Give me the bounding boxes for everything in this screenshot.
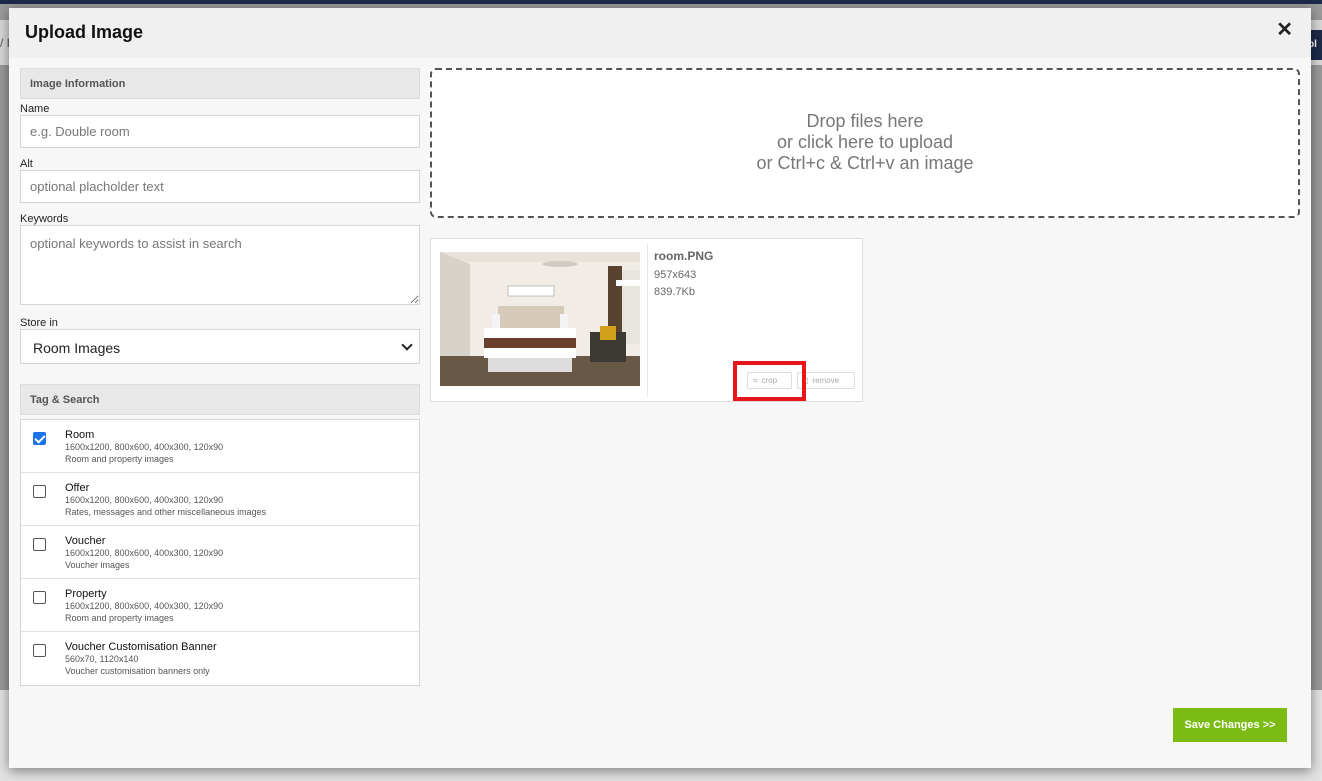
alt-label: Alt <box>20 158 33 170</box>
uploaded-file-card: room.PNG 957x643 839.7Kb ⌗ crop ▯ remove <box>430 238 863 402</box>
save-changes-button[interactable]: Save Changes >> <box>1173 708 1287 742</box>
store-in-select[interactable]: Room Images <box>20 329 420 364</box>
chevron-down-icon <box>401 339 413 351</box>
tag-sizes: 1600x1200, 800x600, 400x300, 120x90 <box>65 601 224 611</box>
tag-name: Voucher <box>65 535 106 547</box>
tag-sizes: 1600x1200, 800x600, 400x300, 120x90 <box>65 495 224 505</box>
remove-label: remove <box>812 376 840 385</box>
tag-description: Voucher customisation banners only <box>65 666 210 676</box>
tag-property-checkbox[interactable] <box>33 591 46 604</box>
tag-item-voucher[interactable]: Voucher 1600x1200, 800x600, 400x300, 120… <box>21 526 419 579</box>
file-name: room.PNG <box>654 249 714 263</box>
tag-description: Rates, messages and other miscellaneous … <box>65 507 267 517</box>
file-dimensions: 957x643 <box>654 269 697 281</box>
tag-item-offer[interactable]: Offer 1600x1200, 800x600, 400x300, 120x9… <box>21 473 419 526</box>
modal-title: Upload Image <box>25 22 144 42</box>
tag-item-voucher-banner[interactable]: Voucher Customisation Banner 560x70, 112… <box>21 632 419 685</box>
tag-offer-checkbox[interactable] <box>33 485 46 498</box>
keywords-textarea[interactable] <box>20 225 420 305</box>
upload-image-modal: Upload Image ✕ Image Information Name Al… <box>9 8 1311 768</box>
dropzone-line-3: or Ctrl+c & Ctrl+v an image <box>756 153 974 173</box>
dropzone-line-2: or click here to upload <box>776 132 954 152</box>
store-in-label: Store in <box>20 317 58 329</box>
room-thumbnail <box>440 252 640 386</box>
name-label: Name <box>20 103 50 115</box>
tag-description: Room and property images <box>65 454 174 464</box>
tag-item-room[interactable]: Room 1600x1200, 800x600, 400x300, 120x90… <box>21 420 419 473</box>
name-input[interactable] <box>20 115 420 148</box>
tag-sizes: 1600x1200, 800x600, 400x300, 120x90 <box>65 548 224 558</box>
image-information-header: Image Information <box>20 68 420 99</box>
tag-voucher-banner-checkbox[interactable] <box>33 644 46 657</box>
tag-name: Room <box>65 429 95 441</box>
dropzone-line-1: Drop files here <box>806 111 924 131</box>
close-icon[interactable]: ✕ <box>1276 20 1293 40</box>
crop-highlight-box <box>733 361 806 401</box>
tag-name: Property <box>65 588 107 600</box>
tag-sizes: 1600x1200, 800x600, 400x300, 120x90 <box>65 442 224 452</box>
file-size: 839.7Kb <box>654 286 695 298</box>
store-in-value: Room Images <box>33 340 121 356</box>
card-divider <box>647 244 648 397</box>
tag-sizes: 560x70, 1120x140 <box>65 654 139 664</box>
alt-input[interactable] <box>20 170 420 203</box>
tag-name: Voucher Customisation Banner <box>65 641 217 653</box>
tag-name: Offer <box>65 482 90 494</box>
tag-room-checkbox[interactable] <box>33 432 46 445</box>
tag-description: Room and property images <box>65 613 174 623</box>
tag-search-header: Tag & Search <box>20 384 420 415</box>
tag-description: Voucher images <box>65 560 130 570</box>
upload-dropzone[interactable]: Drop files here or click here to upload … <box>430 68 1300 218</box>
modal-header: Upload Image ✕ <box>9 8 1311 58</box>
keywords-label: Keywords <box>20 213 69 225</box>
tag-item-property[interactable]: Property 1600x1200, 800x600, 400x300, 12… <box>21 579 419 632</box>
app-topbar <box>0 0 1322 4</box>
tag-voucher-checkbox[interactable] <box>33 538 46 551</box>
tag-list: Room 1600x1200, 800x600, 400x300, 120x90… <box>20 419 420 686</box>
